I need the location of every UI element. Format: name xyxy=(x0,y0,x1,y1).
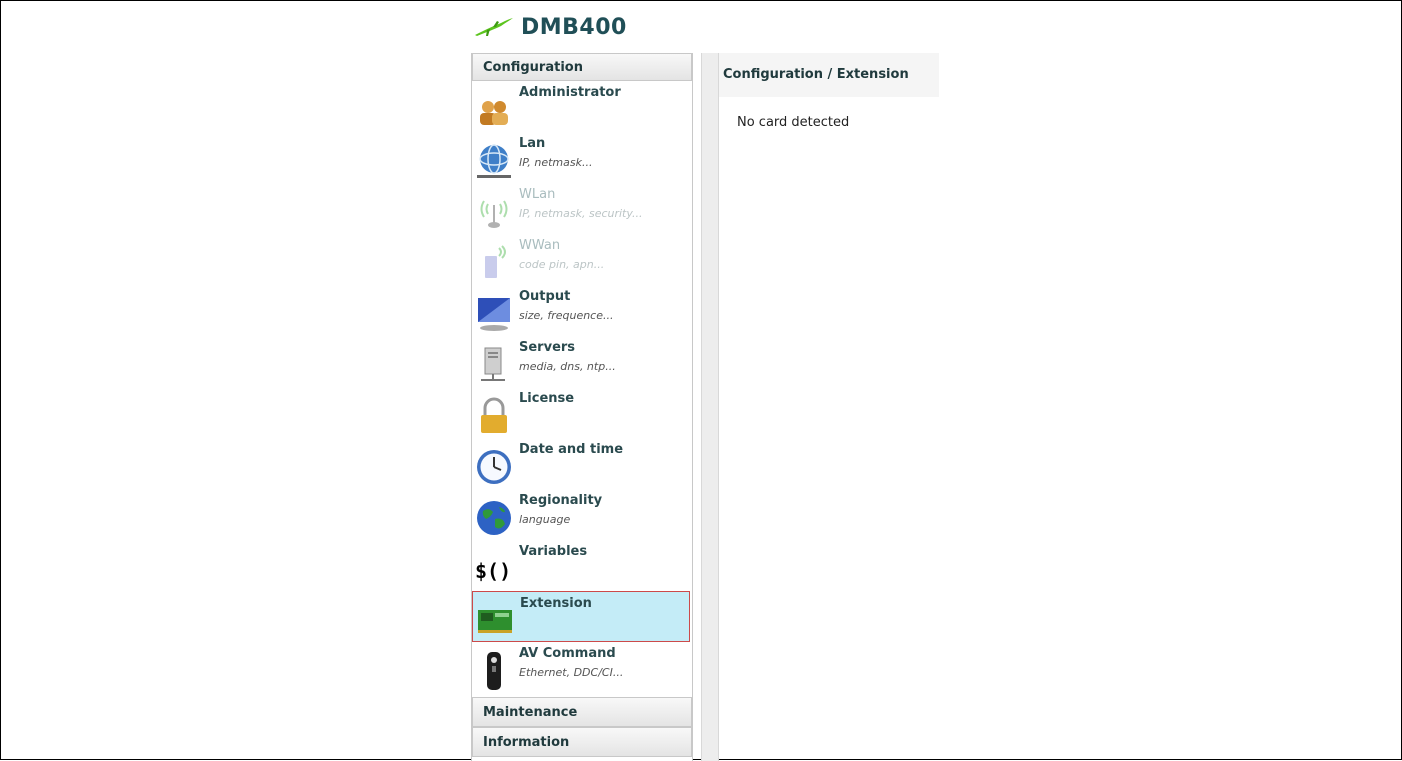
mobile-signal-icon xyxy=(485,245,506,278)
app-title: DMB400 xyxy=(521,14,627,40)
menu-item-sublabel: language xyxy=(519,513,571,526)
administrator-icon xyxy=(480,101,508,125)
menu-item-lan[interactable]: Lan IP, netmask... xyxy=(472,132,690,183)
clock-icon xyxy=(477,450,511,484)
status-message: No card detected xyxy=(737,115,850,130)
menu-item-wwan[interactable]: WWan code pin, apn... xyxy=(472,234,690,285)
menu-item-output[interactable]: Output size, frequence... xyxy=(472,285,690,336)
menu-item-sublabel: IP, netmask... xyxy=(519,156,593,169)
menu-item-av-command[interactable]: AV Command Ethernet, DDC/CI... xyxy=(472,642,690,693)
app-frame: DMB400 Configuration Administrator Lan I… xyxy=(0,0,1402,761)
monitor-icon xyxy=(478,298,510,331)
menu-item-label: Variables xyxy=(519,544,588,559)
lizard-logo-icon xyxy=(475,18,513,36)
menu-item-label: Servers xyxy=(519,340,576,355)
menu-item-servers[interactable]: Servers media, dns, ntp... xyxy=(472,336,690,387)
menu-item-label: AV Command xyxy=(519,646,616,661)
menu-item-administrator[interactable]: Administrator xyxy=(472,81,690,132)
remote-control-icon xyxy=(487,652,501,690)
panel-divider xyxy=(701,53,719,761)
menu-item-sublabel: media, dns, ntp... xyxy=(519,360,616,373)
menu-item-label: Output xyxy=(519,289,571,304)
sidebar-bottom-sections: Maintenance Information xyxy=(472,697,692,757)
menu-item-label: License xyxy=(519,391,575,406)
menu-item-label: Lan xyxy=(519,136,546,151)
variables-icon: $() xyxy=(475,559,511,583)
padlock-icon xyxy=(481,397,507,433)
menu-item-sublabel: code pin, apn... xyxy=(519,258,605,271)
menu-item-label: Regionality xyxy=(519,493,603,508)
menu-item-regionality[interactable]: Regionality language xyxy=(472,489,690,540)
network-globe-icon xyxy=(477,144,511,178)
server-icon xyxy=(481,347,505,381)
menu-item-sublabel: size, frequence... xyxy=(519,309,614,322)
menu-item-sublabel: IP, netmask, security... xyxy=(519,207,643,220)
menu-item-date-and-time[interactable]: Date and time xyxy=(472,438,690,489)
menu-item-label: Administrator xyxy=(519,85,621,100)
menu-item-license[interactable]: License xyxy=(472,387,690,438)
extension-card-icon xyxy=(478,610,512,633)
configuration-menu: Administrator Lan IP, netmask... WLan IP… xyxy=(472,81,692,693)
menu-item-label: WWan xyxy=(519,238,561,253)
earth-icon xyxy=(477,501,511,535)
menu-item-wlan[interactable]: WLan IP, netmask, security... xyxy=(472,183,690,234)
breadcrumb: Configuration / Extension xyxy=(719,53,939,97)
section-configuration[interactable]: Configuration xyxy=(472,53,692,81)
sidebar: Configuration Administrator Lan IP, netm… xyxy=(471,53,693,761)
menu-item-label: Date and time xyxy=(519,442,624,457)
section-information[interactable]: Information xyxy=(472,727,692,757)
app-header: DMB400 xyxy=(473,9,627,45)
menu-item-sublabel: Ethernet, DDC/CI... xyxy=(519,666,624,679)
svg-text:$(): $() xyxy=(475,559,511,583)
section-maintenance[interactable]: Maintenance xyxy=(472,697,692,727)
wireless-antenna-icon xyxy=(480,200,508,228)
menu-item-variables[interactable]: $() Variables xyxy=(472,540,690,591)
menu-item-extension[interactable]: Extension xyxy=(472,591,690,642)
main-content: Configuration / Extension No card detect… xyxy=(719,53,939,761)
menu-item-label: WLan xyxy=(519,187,556,202)
menu-item-label: Extension xyxy=(520,596,592,611)
